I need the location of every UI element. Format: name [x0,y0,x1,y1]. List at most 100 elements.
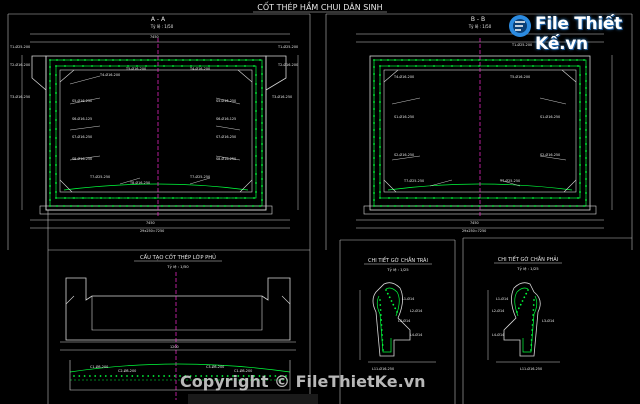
rebar-dot [136,375,139,377]
rebar-dot [255,119,257,121]
rebar-dot [585,150,587,152]
rebar-dot [381,344,384,346]
rebar-dot [433,65,435,67]
rebar-dot [145,197,147,199]
rebar-dot [531,324,534,326]
rebar-dot [140,205,142,207]
rebar-dot [478,59,480,61]
svg-text:T1-Ø25-200: T1-Ø25-200 [9,44,30,49]
rebar-dot [224,59,226,61]
rebar-dot [181,65,183,67]
rebar-dot [579,74,581,76]
rebar-dot [520,59,522,61]
rebar-dot [579,164,581,166]
rebar-dot [585,66,587,68]
rebar-dot [492,205,494,207]
rebar-dot [379,119,381,121]
rebar-dot [168,59,170,61]
rebar-dot [255,155,257,157]
rebar-dot [261,164,263,166]
rebar-dot [531,319,534,321]
svg-text:L1-Ø14: L1-Ø14 [402,296,414,301]
rebar-dot [226,197,228,199]
rebar-dot [373,87,375,89]
rebar-dot [579,110,581,112]
rebar-dot [478,197,480,199]
left-foot-title: CHI TIẾT GỜ CHẮN TRÁI [368,256,428,264]
rebar-dot [531,329,534,331]
svg-text:T1-Ø25-200: T1-Ø25-200 [277,44,298,49]
command-bar[interactable] [188,394,318,404]
drawing-title: CỐT THÉP HẦM CHUI DÂN SINH [257,0,382,12]
rebar-dot [415,59,417,61]
rebar-dot [196,59,198,61]
rebar-dot [154,205,156,207]
rebar-dot [126,375,128,377]
rebar-dot [387,59,389,61]
rebar-dot [127,65,129,67]
svg-text:7450: 7450 [470,221,479,225]
rebar-dot [133,205,135,207]
rebar-dot [469,197,471,199]
rebar-dot [373,171,375,173]
rebar-dot [91,59,93,61]
rebar-dot [55,137,57,139]
svg-text:S6-Ø16-125: S6-Ø16-125 [216,116,236,121]
rebar-dot [91,205,93,207]
rebar-dot [379,299,381,301]
rebar-dot [380,314,382,316]
rebar-dot [517,307,520,310]
rebar-dot [119,205,121,207]
rebar-dot [55,74,57,76]
rebar-dot [112,205,114,207]
rebar-dot [231,59,233,61]
rebar-dot [55,182,57,184]
rebar-dot [91,65,93,67]
rebar-dot [203,205,205,207]
rebar-dot [152,375,155,377]
rebar-dot [579,119,581,121]
svg-text:T3-Ø16-250: T3-Ø16-250 [9,94,30,99]
rebar-dot [49,185,51,187]
rebar-dot [457,205,459,207]
rebar-dot [485,205,487,207]
rebar-dot [373,143,375,145]
svg-text:T7-Ø25-250: T7-Ø25-250 [89,174,110,179]
rebar-dot [577,65,579,67]
svg-text:T8-Ø16-250: T8-Ø16-250 [129,180,150,185]
rebar-dot [555,59,557,61]
rebar-dot [261,73,263,75]
rebar-dot [579,137,581,139]
rebar-dot [487,197,489,199]
rebar-dot [401,59,403,61]
rebar-dot [585,171,587,173]
rebar-dot [98,205,100,207]
rebar-dot [133,59,135,61]
rebar-dot [208,65,210,67]
rebar-dot [525,292,528,295]
rebar-dot [499,59,501,61]
rebar-dot [84,59,86,61]
rebar-dot [255,83,257,85]
right-foot-title: CHI TIẾT GỜ CHẮN PHẢI [498,255,558,263]
rebar-dot [394,307,397,310]
rebar-dot [585,73,587,75]
rebar-dot [532,65,534,67]
rebar-dot [252,59,254,61]
rebar-dot [182,59,184,61]
rebar-dot [49,199,51,201]
rebar-dot [585,108,587,110]
rebar-dot [245,205,247,207]
rebar-dot [73,65,75,67]
rebar-dot [55,164,57,166]
rebar-dot [469,65,471,67]
svg-text:L11-Ø16-250: L11-Ø16-250 [372,366,394,371]
svg-text:L4-Ø14: L4-Ø14 [492,332,504,337]
rebar-dot [381,339,384,341]
rebar-dot [49,115,51,117]
rebar-dot [145,65,147,67]
rebar-dot [443,205,445,207]
rebar-dot [55,128,57,130]
left-foot-detail: CHI TIẾT GỜ CHẮN TRÁI Tỷ lệ : 1/25 L1-Ø1… [359,256,436,371]
rebar-dot [585,143,587,145]
